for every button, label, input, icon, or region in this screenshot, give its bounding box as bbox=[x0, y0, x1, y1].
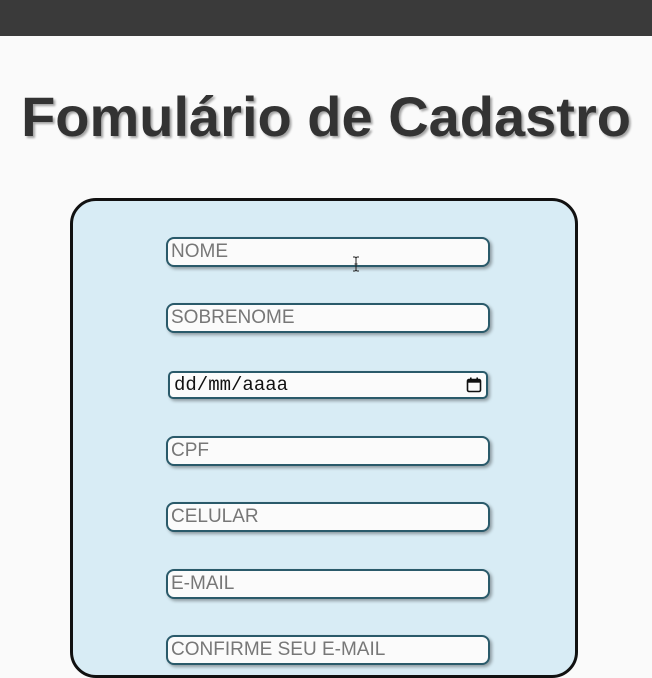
email-input[interactable] bbox=[166, 569, 490, 599]
calendar-icon[interactable] bbox=[466, 377, 482, 393]
celular-input[interactable] bbox=[166, 502, 490, 532]
birthdate-input[interactable]: dd/mm/aaaa bbox=[168, 371, 488, 399]
sobrenome-input[interactable] bbox=[166, 303, 490, 333]
registration-form: dd/mm/aaaa bbox=[70, 198, 578, 678]
page-title: Fomulário de Cadastro bbox=[21, 85, 631, 148]
birthdate-display: dd/mm/aaaa bbox=[174, 374, 289, 396]
confirm-email-input[interactable] bbox=[166, 635, 490, 665]
nome-input[interactable] bbox=[166, 237, 490, 267]
browser-top-bar bbox=[0, 0, 652, 36]
text-cursor-icon bbox=[353, 256, 359, 272]
cpf-input[interactable] bbox=[166, 436, 490, 466]
